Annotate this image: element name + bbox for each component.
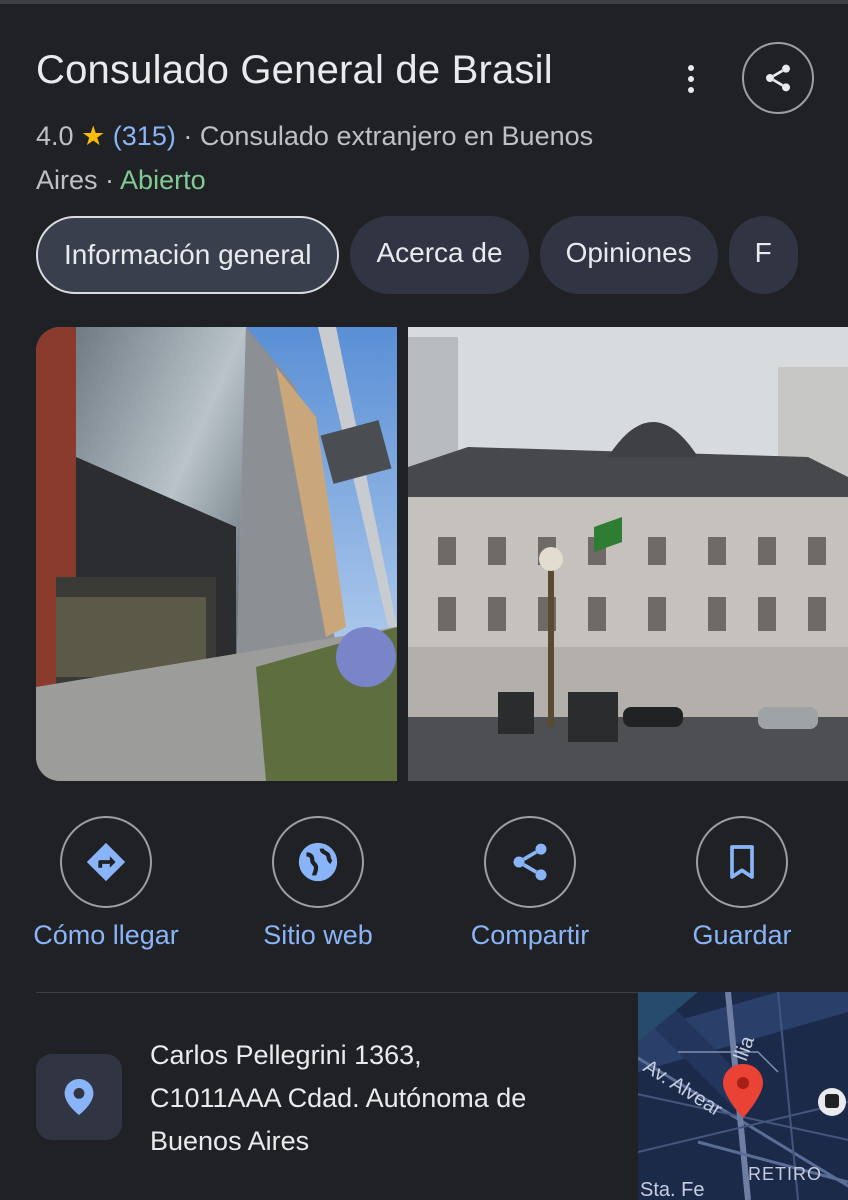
website-button[interactable]: Sitio web	[218, 816, 418, 951]
rating-value: 4.0	[36, 121, 74, 151]
directions-label: Cómo llegar	[33, 920, 179, 950]
save-button[interactable]: Guardar	[642, 816, 842, 951]
globe-icon	[298, 842, 338, 882]
address-text[interactable]: Carlos Pellegrini 1363, C1011AAA Cdad. A…	[150, 1034, 620, 1163]
star-icon: ★	[81, 121, 106, 151]
share-label: Compartir	[470, 920, 590, 950]
actions-row: Cómo llegar Sitio web Compartir Guardar	[0, 816, 848, 956]
share-circle[interactable]	[484, 816, 576, 908]
share-action-button[interactable]: Compartir	[430, 816, 630, 951]
directions-icon	[86, 842, 126, 882]
open-status: Abierto	[120, 165, 206, 195]
tabs-bar: Información general Acerca de Opiniones F	[36, 216, 848, 294]
tab-opiniones[interactable]: Opiniones	[539, 216, 718, 294]
save-label: Guardar	[692, 920, 792, 950]
address-line: Carlos Pellegrini 1363,	[150, 1040, 422, 1070]
place-category-cont: Aires	[36, 165, 98, 195]
separator: ·	[183, 121, 193, 151]
separator: ·	[105, 165, 115, 195]
share-icon	[513, 843, 547, 881]
save-circle[interactable]	[696, 816, 788, 908]
location-pin-icon	[64, 1079, 94, 1115]
map-label-retiro: RETIRO	[748, 1164, 822, 1184]
map-label-santa-fe: Sta. Fe	[640, 1179, 704, 1200]
directions-button[interactable]: Cómo llegar	[6, 816, 206, 951]
photo-strip[interactable]	[36, 327, 848, 781]
map-preview[interactable]: Av. Alvear llia RETIRO Sta. Fe	[638, 992, 848, 1200]
website-circle[interactable]	[272, 816, 364, 908]
tab-acerca-de[interactable]: Acerca de	[350, 216, 529, 294]
place-meta: 4.0 ★ (315) · Consulado extranjero en Bu…	[36, 114, 686, 202]
address-line: C1011AAA Cdad. Autónoma de	[150, 1083, 527, 1113]
tab-informacion-general[interactable]: Información general	[36, 216, 340, 294]
tab-fotos[interactable]: F	[728, 216, 798, 294]
place-category: Consulado extranjero en Buenos	[199, 121, 594, 151]
address-line: Buenos Aires	[150, 1126, 310, 1156]
share-button[interactable]	[742, 42, 814, 114]
share-icon	[766, 64, 790, 92]
photo-palace-facade[interactable]	[408, 327, 848, 781]
directions-circle[interactable]	[60, 816, 152, 908]
place-title: Consulado General de Brasil	[36, 48, 553, 92]
bookmark-icon	[730, 845, 754, 879]
photo-building-street[interactable]	[36, 327, 397, 781]
more-options-icon[interactable]	[676, 60, 706, 100]
section-divider	[36, 992, 638, 993]
website-label: Sitio web	[263, 920, 373, 950]
reviews-count-link[interactable]: (315)	[113, 121, 176, 151]
address-icon-tile	[36, 1054, 122, 1140]
top-divider	[0, 0, 848, 4]
